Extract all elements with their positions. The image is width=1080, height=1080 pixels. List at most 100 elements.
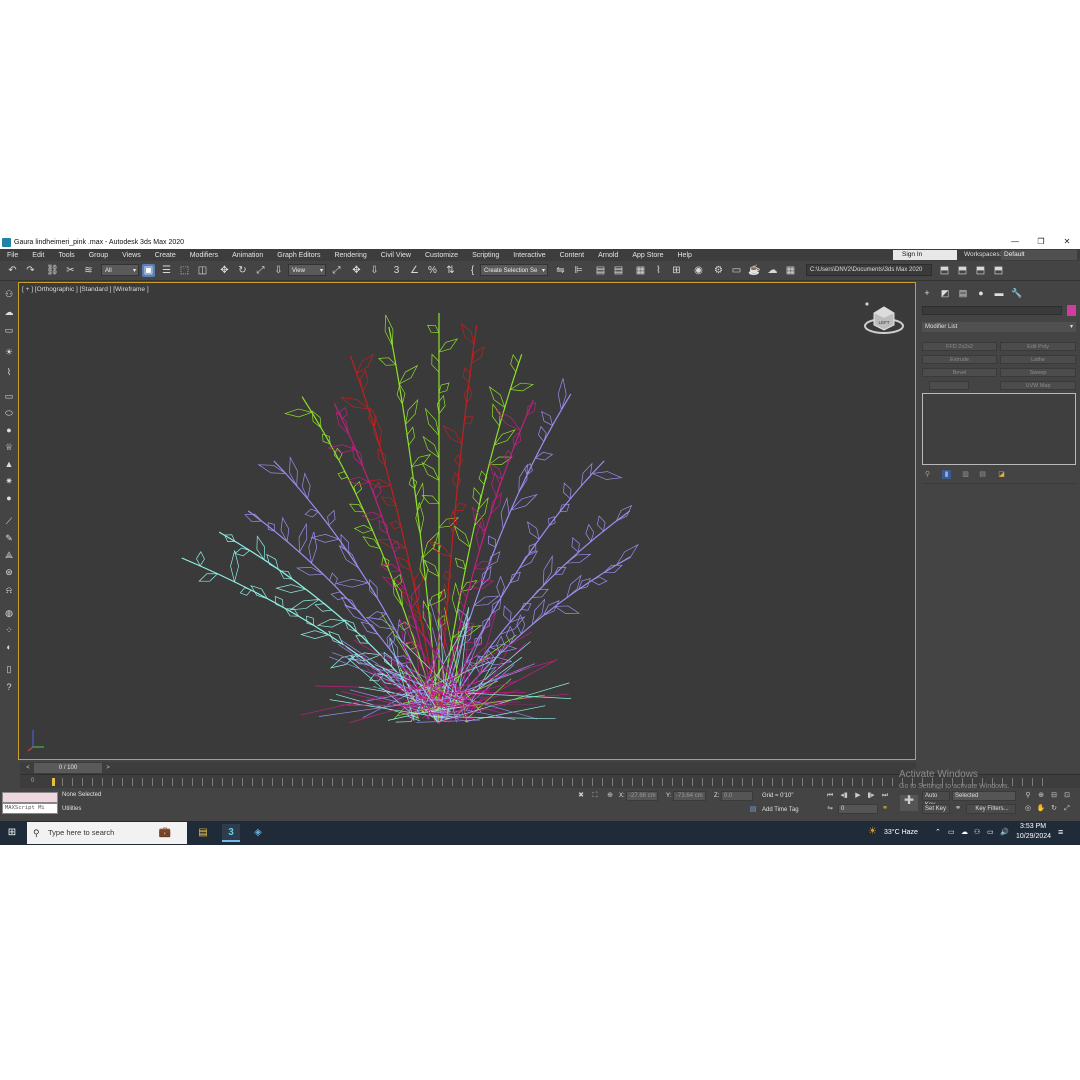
object-name-field[interactable] xyxy=(922,306,1062,315)
auto-key-button[interactable]: Auto Key xyxy=(922,791,950,808)
viewcube[interactable]: LEFT xyxy=(862,299,906,337)
maximize-viewport-icon[interactable]: ⤢ xyxy=(1062,804,1072,814)
zoom-extents-icon[interactable]: ⊟ xyxy=(1049,791,1059,801)
display-tab-icon[interactable]: ▬ xyxy=(993,287,1005,299)
motion-tab-icon[interactable]: ● xyxy=(975,287,987,299)
menu-customize[interactable]: Customize xyxy=(418,252,465,259)
app-taskbar-icon[interactable]: ◈ xyxy=(249,824,267,842)
edit-named-selection-icon[interactable]: { xyxy=(466,264,479,277)
modifier-list-dropdown[interactable]: Modifier List xyxy=(922,322,1076,332)
network-icon[interactable]: ⚇ xyxy=(974,828,980,836)
a360-gallery-icon[interactable]: ▦ xyxy=(784,264,797,277)
notifications-icon[interactable]: ≡ xyxy=(1058,827,1063,837)
selection-tool-icon[interactable]: ☁ xyxy=(3,306,15,318)
redo-icon[interactable]: ↷ xyxy=(24,264,37,277)
battery-icon[interactable]: ▭ xyxy=(987,828,994,836)
render-setup-icon[interactable]: ⚙ xyxy=(712,264,725,277)
plant-icon[interactable]: ⍾ xyxy=(3,584,15,596)
teapot-icon[interactable]: ♕ xyxy=(3,441,15,453)
time-slider-next-button[interactable]: > xyxy=(103,763,113,773)
project-folder-icon[interactable]: ⬒ xyxy=(956,264,969,277)
spinner-snap-icon[interactable]: ⇅ xyxy=(444,264,457,277)
bind-space-warp-icon[interactable]: ≋ xyxy=(82,264,95,277)
3dsmax-taskbar-icon[interactable]: 3 xyxy=(222,824,240,842)
material-editor-icon[interactable]: ◉ xyxy=(692,264,705,277)
pin-stack-icon[interactable]: ⚲ xyxy=(923,470,932,479)
scene-explorer-icon[interactable]: ▤ xyxy=(594,264,607,277)
trash-icon[interactable]: ▯ xyxy=(3,663,15,675)
windows-start-icon[interactable]: ⊞ xyxy=(5,826,19,840)
close-button[interactable]: ✕ xyxy=(1054,235,1080,249)
x-coord-field[interactable]: -27.66 cm xyxy=(626,791,658,801)
window-crossing-icon[interactable]: ◫ xyxy=(196,264,209,277)
add-time-tag-button[interactable]: Add Time Tag xyxy=(762,807,799,813)
scene-layer-icon[interactable]: ▭ xyxy=(3,324,15,336)
sun-light-icon[interactable]: ✷ xyxy=(3,475,15,487)
help-icon[interactable]: ? xyxy=(3,681,15,693)
menu-file[interactable]: File xyxy=(0,252,25,259)
viewport-orthographic[interactable]: [ + ] [Orthographic ] [Standard ] [Wiref… xyxy=(18,282,916,760)
link-icon[interactable]: ⛓ xyxy=(46,264,59,277)
clock-time[interactable]: 3:53 PM xyxy=(1020,823,1046,830)
maxscript-listener[interactable]: MAXScript Mi xyxy=(2,792,58,814)
key-mode-select[interactable]: Selected xyxy=(952,791,1016,801)
material-sphere-icon[interactable]: ◍ xyxy=(3,607,15,619)
file-explorer-icon[interactable]: ▤ xyxy=(194,824,212,842)
unlink-icon[interactable]: ✂ xyxy=(64,264,77,277)
menu-modifiers[interactable]: Modifiers xyxy=(183,252,225,259)
default-in-out-tangent-icon[interactable]: ⚭ xyxy=(953,804,963,814)
hierarchy-tab-icon[interactable]: ▤ xyxy=(957,287,969,299)
render-in-cloud-icon[interactable]: ☁ xyxy=(766,264,779,277)
modifier-button-empty[interactable] xyxy=(929,381,969,390)
omni-light-icon[interactable]: ● xyxy=(3,492,15,504)
time-slider-handle[interactable]: 0 / 100 xyxy=(34,763,102,773)
sign-in-dropdown[interactable]: Sign In xyxy=(893,250,957,260)
rotate-icon[interactable]: ↻ xyxy=(236,264,249,277)
previous-frame-icon[interactable]: ◂▮ xyxy=(839,791,849,801)
key-mode-icon[interactable]: ⇋ xyxy=(825,804,835,814)
color-palette-icon[interactable]: ⁘ xyxy=(3,624,15,636)
set-key-button[interactable]: Set Key xyxy=(922,804,950,814)
mirror-icon[interactable]: ⇋ xyxy=(554,264,567,277)
menu-app-store[interactable]: App Store xyxy=(625,252,670,259)
rendered-frame-window-icon[interactable]: ▭ xyxy=(730,264,743,277)
modifier-button-uvw-map[interactable]: UVW Map xyxy=(1000,381,1076,390)
play-icon[interactable]: ▶ xyxy=(853,791,863,801)
absolute-mode-icon[interactable]: ⛶ xyxy=(590,791,600,801)
menu-interactive[interactable]: Interactive xyxy=(506,252,552,259)
menu-tools[interactable]: Tools xyxy=(51,252,81,259)
workspace-select[interactable]: Default xyxy=(1001,250,1077,260)
clock-date[interactable]: 10/29/2024 xyxy=(1016,833,1051,840)
modifier-button-ffd[interactable]: FFD 2x2x2 xyxy=(922,342,997,351)
keyboard-shortcut-icon[interactable]: ⇩ xyxy=(368,264,381,277)
make-unique-icon[interactable]: ▥ xyxy=(961,470,970,479)
menu-animation[interactable]: Animation xyxy=(225,252,270,259)
angle-snap-icon[interactable]: ∠ xyxy=(408,264,421,277)
modifier-stack-list[interactable] xyxy=(922,393,1076,465)
modifier-button-edit-poly[interactable]: Edit Poly xyxy=(1000,342,1076,351)
orbit-icon[interactable]: ↻ xyxy=(1049,804,1059,814)
globe-icon[interactable]: ⊛ xyxy=(3,566,15,578)
time-configuration-icon[interactable]: ⚭ xyxy=(880,804,890,814)
weather-text[interactable]: 33°C Haze xyxy=(884,829,918,836)
menu-create[interactable]: Create xyxy=(148,252,183,259)
menu-civil-view[interactable]: Civil View xyxy=(374,252,418,259)
rectangular-region-icon[interactable]: ⬚ xyxy=(178,264,191,277)
menu-scripting[interactable]: Scripting xyxy=(465,252,506,259)
cylinder-primitive-icon[interactable]: ⬭ xyxy=(3,407,15,419)
tray-display-icon[interactable]: ▭ xyxy=(948,828,955,836)
configure-sets-icon[interactable]: ◪ xyxy=(997,470,1006,479)
selection-lock-icon[interactable]: ✖ xyxy=(576,791,586,801)
key-filters-button[interactable]: Key Filters... xyxy=(966,804,1016,814)
menu-help[interactable]: Help xyxy=(671,252,699,259)
menu-arnold[interactable]: Arnold xyxy=(591,252,625,259)
utilities-tab-icon[interactable]: 🔧 xyxy=(1011,287,1023,299)
time-slider[interactable]: < 0 / 100 > xyxy=(20,762,916,774)
place-icon[interactable]: ⇩ xyxy=(272,264,285,277)
maxscript-input[interactable]: MAXScript Mi xyxy=(2,803,58,814)
time-tag-icon[interactable]: ▤ xyxy=(748,805,758,815)
z-coord-field[interactable]: 0.0 xyxy=(721,791,753,801)
menu-group[interactable]: Group xyxy=(82,252,115,259)
y-coord-field[interactable]: -73.64 cm xyxy=(673,791,706,801)
light-icon[interactable]: ☀ xyxy=(3,346,15,358)
